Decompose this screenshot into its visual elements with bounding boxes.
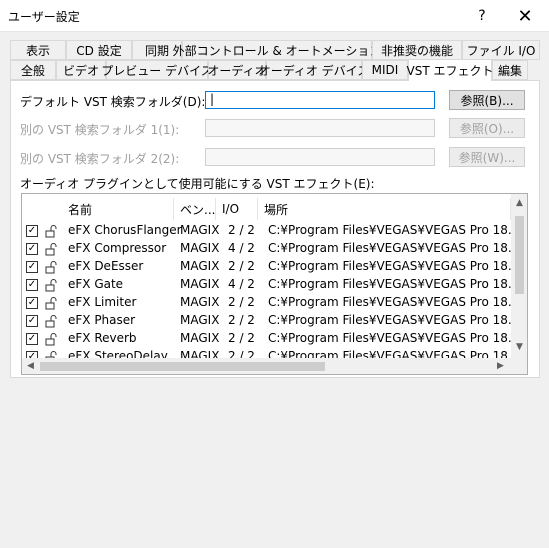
plugin-location: C:¥Program Files¥VEGAS¥VEGAS Pro 18.0¥M (268, 313, 528, 327)
tab-midi[interactable]: MIDI (362, 60, 408, 80)
plugin-io: 2 / 2 (228, 313, 255, 327)
plugin-vendor: MAGIX (180, 313, 220, 327)
plugin-io: 2 / 2 (228, 331, 255, 345)
unlock-icon (45, 243, 57, 256)
scroll-left-icon[interactable]: ◀ (22, 361, 39, 371)
plugin-io: 4 / 2 (228, 241, 255, 255)
plugin-io: 2 / 2 (228, 259, 255, 273)
unlock-icon (45, 333, 57, 346)
plugin-vendor: MAGIX (180, 241, 220, 255)
enable-checkbox[interactable]: ✓ (26, 333, 38, 345)
plugin-name: eFX ChorusFlanger (68, 223, 182, 237)
browse-alt1-button[interactable]: 参照(O)... (449, 118, 525, 138)
plugin-location: C:¥Program Files¥VEGAS¥VEGAS Pro 18.0¥M (268, 223, 528, 237)
tab-video[interactable]: ビデオ (56, 60, 106, 80)
plugin-name: eFX DeEsser (68, 259, 144, 273)
browse-default-button[interactable]: 参照(B)... (449, 90, 525, 110)
alt-folder-1-input[interactable] (205, 119, 435, 137)
unlock-icon (45, 315, 57, 328)
tab-deprecated[interactable]: 非推奨の機能 (372, 40, 462, 60)
window-title: ユーザー設定 (8, 10, 80, 24)
table-row[interactable]: ✓ eFX Compressor MAGIX 4 / 2 C:¥Program File… (22, 240, 527, 258)
tab-vst-effects[interactable]: VST エフェクト (407, 59, 494, 81)
vst-effects-panel: デフォルト VST 検索フォルダ(D): | 参照(B)... 別の VST 検… (10, 80, 540, 378)
plugin-location: C:¥Program Files¥VEGAS¥VEGAS Pro 18.0¥M (268, 331, 528, 345)
alt-folder-2-label: 別の VST 検索フォルダ 2(2): (20, 152, 180, 166)
tab-preview-device[interactable]: プレビュー デバイス (101, 60, 213, 80)
table-row[interactable]: ✓ eFX Gate MAGIX 4 / 2 C:¥Program Files¥VEGA… (22, 276, 527, 294)
tab-cd-settings[interactable]: CD 設定 (66, 40, 132, 60)
tab-audio[interactable]: オーディオ (207, 60, 267, 80)
horizontal-scroll-thumb[interactable] (40, 362, 325, 371)
vst-list-label: オーディオ プラグインとして使用可能にする VST エフェクト(E): (20, 177, 375, 191)
enable-checkbox[interactable]: ✓ (26, 279, 38, 291)
plugin-location: C:¥Program Files¥VEGAS¥VEGAS Pro 18.0¥M (268, 259, 528, 273)
vertical-scrollbar[interactable]: ▲ ▼ (511, 194, 527, 358)
column-location[interactable]: 場所 (258, 198, 511, 220)
plugin-name: eFX Limiter (68, 295, 137, 309)
alt-folder-1-label: 別の VST 検索フォルダ 1(1): (20, 123, 180, 137)
column-vendor[interactable]: ベン... (174, 198, 216, 220)
default-folder-input[interactable]: | (205, 91, 435, 109)
unlock-icon (45, 279, 57, 292)
plugin-vendor: MAGIX (180, 259, 220, 273)
tab-file-io[interactable]: ファイル I/O (462, 40, 540, 60)
plugin-vendor: MAGIX (180, 295, 220, 309)
tab-edit[interactable]: 編集 (492, 60, 528, 80)
plugin-name: eFX Compressor (68, 241, 167, 255)
vertical-scroll-thumb[interactable] (515, 216, 524, 294)
column-name[interactable]: 名前 (62, 198, 174, 220)
default-folder-label: デフォルト VST 検索フォルダ(D): (20, 95, 206, 109)
plugin-name: eFX Phaser (68, 313, 136, 327)
table-row[interactable]: ✓ eFX ChorusFlanger MAGIX 2 / 2 C:¥Program F… (22, 222, 527, 240)
scroll-up-icon[interactable]: ▲ (511, 198, 527, 208)
plugin-vendor: MAGIX (180, 223, 220, 237)
tab-audio-device[interactable]: オーディオ デバイス (259, 60, 369, 80)
scroll-down-icon[interactable]: ▼ (511, 342, 527, 352)
enable-checkbox[interactable]: ✓ (26, 297, 38, 309)
scroll-corner (511, 358, 527, 374)
unlock-icon (45, 261, 57, 274)
table-row[interactable]: ✓ eFX Phaser MAGIX 2 / 2 C:¥Program Files¥VE… (22, 312, 527, 330)
alt-folder-2-input[interactable] (205, 148, 435, 166)
browse-alt2-button[interactable]: 参照(W)... (449, 147, 525, 167)
horizontal-scrollbar[interactable]: ◀ ▶ (22, 358, 511, 374)
table-row[interactable]: ✓ eFX DeEsser MAGIX 2 / 2 C:¥Program Files¥V… (22, 258, 527, 276)
table-row[interactable]: ✓ eFX Limiter MAGIX 2 / 2 C:¥Program Files¥V… (22, 294, 527, 312)
unlock-icon (45, 225, 57, 238)
column-io[interactable]: I/O (216, 198, 258, 220)
plugin-location: C:¥Program Files¥VEGAS¥VEGAS Pro 18.0¥M (268, 277, 528, 291)
scroll-right-icon[interactable]: ▶ (492, 361, 509, 371)
tab-external-control[interactable]: 外部コントロール & オートメーション (173, 40, 381, 60)
plugin-name: eFX Reverb (68, 331, 137, 345)
plugin-name: eFX Gate (68, 277, 124, 291)
close-button[interactable]: ✕ (503, 0, 547, 32)
tab-display[interactable]: 表示 (10, 40, 66, 60)
enable-checkbox[interactable]: ✓ (26, 261, 38, 273)
help-button[interactable]: ? (460, 0, 504, 32)
plugin-io: 2 / 2 (228, 223, 255, 237)
enable-checkbox[interactable]: ✓ (26, 225, 38, 237)
plugin-location: C:¥Program Files¥VEGAS¥VEGAS Pro 18.0¥M (268, 295, 528, 309)
tab-general[interactable]: 全般 (10, 60, 56, 80)
enable-checkbox[interactable]: ✓ (26, 243, 38, 255)
plugin-vendor: MAGIX (180, 277, 220, 291)
unlock-icon (45, 297, 57, 310)
vst-effects-list[interactable]: 名前 ベン... I/O 場所 ✓ eFX ChorusFlanger MAGIX 2… (21, 193, 528, 375)
plugin-io: 4 / 2 (228, 277, 255, 291)
table-row[interactable]: ✓ eFX Reverb MAGIX 2 / 2 C:¥Program Files¥VE… (22, 330, 527, 348)
plugin-location: C:¥Program Files¥VEGAS¥VEGAS Pro 18.0¥M (268, 241, 528, 255)
enable-checkbox[interactable]: ✓ (26, 315, 38, 327)
title-bar: ユーザー設定 ? ✕ (0, 0, 549, 32)
user-preferences-dialog: ユーザー設定 ? ✕ 表示 CD 設定 同期 外部コントロール & オートメーシ… (0, 0, 549, 548)
plugin-io: 2 / 2 (228, 295, 255, 309)
plugin-vendor: MAGIX (180, 331, 220, 345)
